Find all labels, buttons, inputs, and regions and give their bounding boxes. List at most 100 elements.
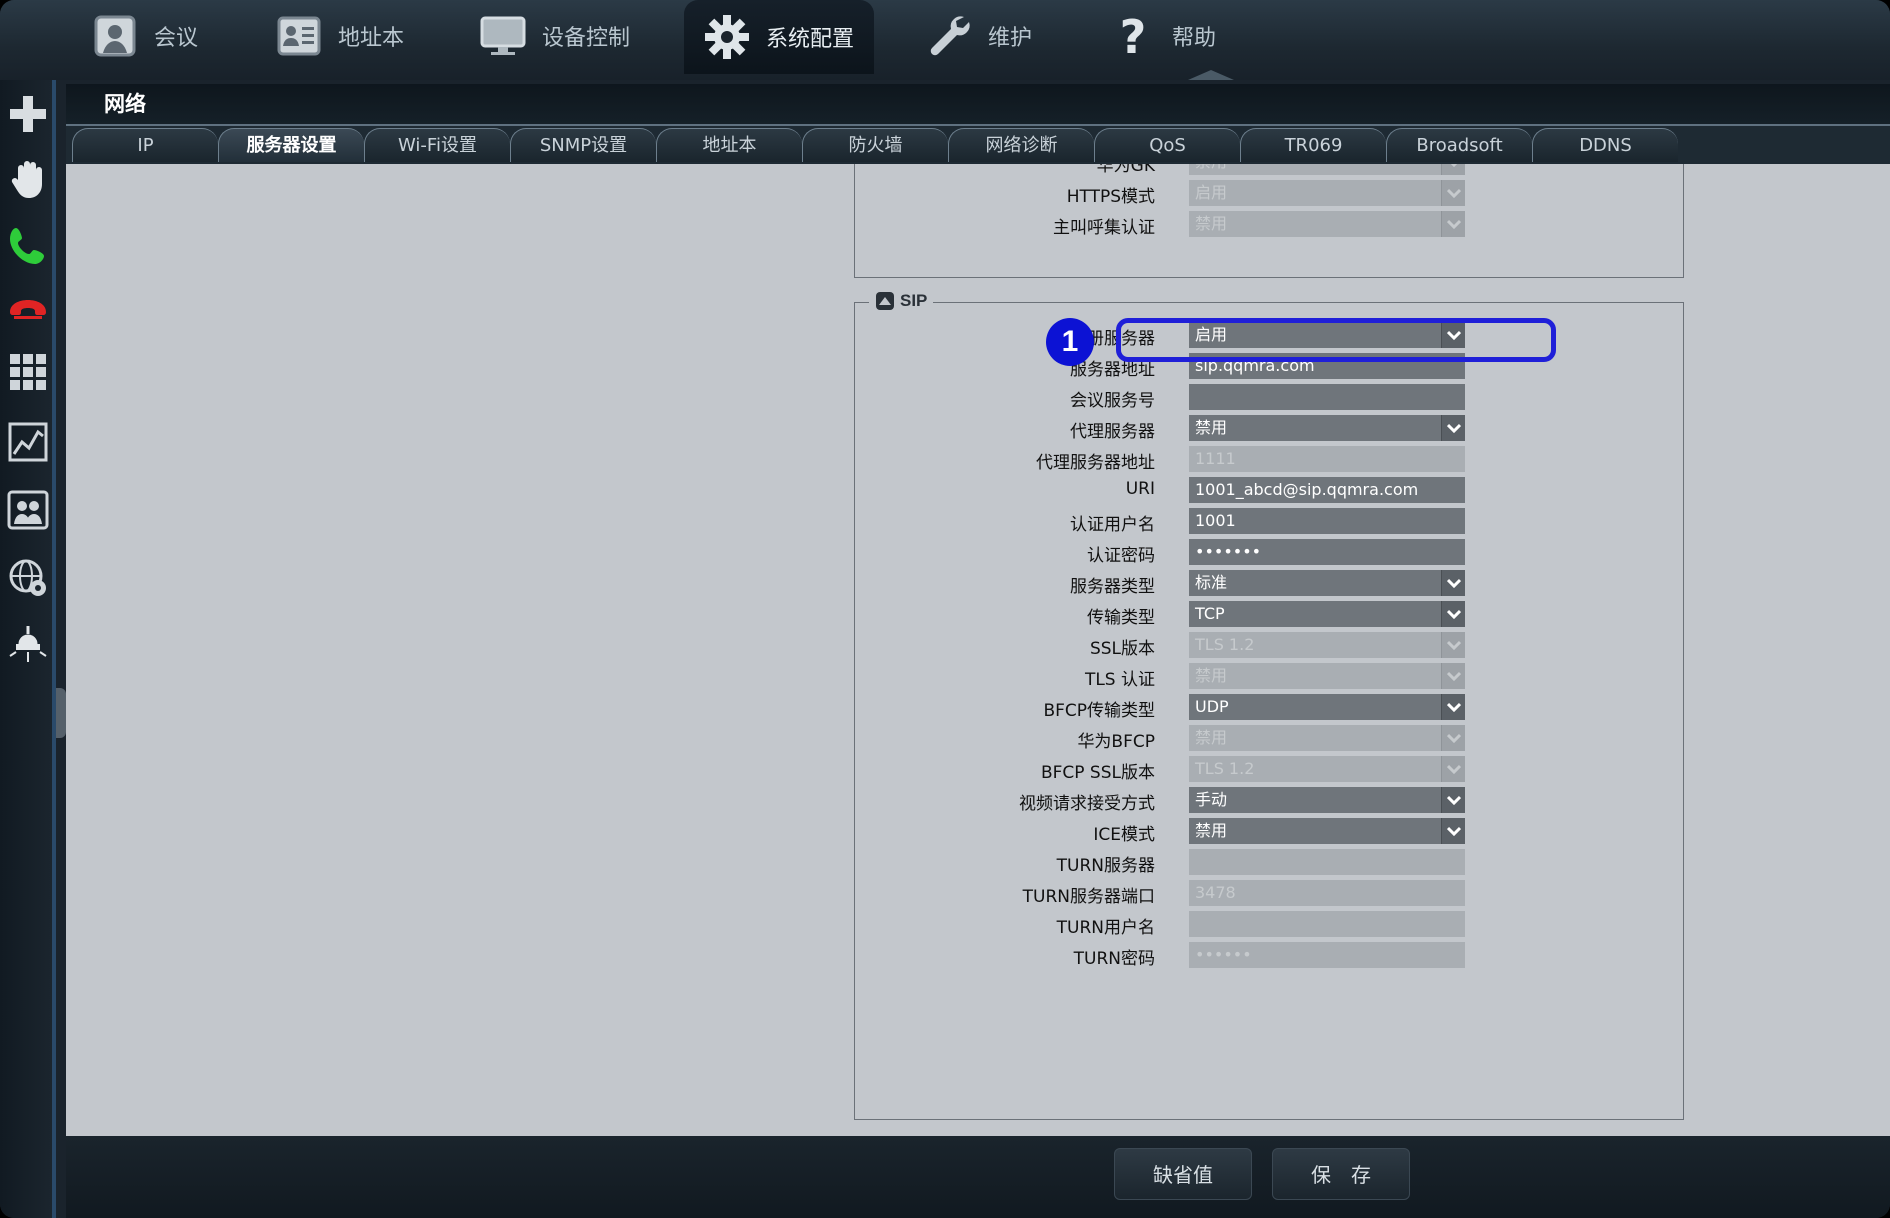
default-button[interactable]: 缺省值 (1114, 1148, 1252, 1200)
scroll-up-caret-icon[interactable] (1188, 70, 1234, 80)
sip-settings-group: SIP 注册服务器 启用 服务器地址 sip.qqmra.com 会议服务号 代理服务器禁… (854, 291, 1684, 1120)
globe-settings-icon[interactable] (4, 554, 52, 602)
field-label: BFCP SSL版本 (1040, 763, 1155, 783)
field-label: URI (1125, 479, 1155, 499)
field-value: 禁用 (1195, 214, 1228, 233)
field-value: 1001_abcd@sip.qqmra.com (1195, 480, 1419, 499)
nav-help[interactable]: ? 帮助 (1106, 0, 1216, 72)
conference-icon (88, 9, 142, 63)
tab-firewall[interactable]: 防火墙 (802, 128, 948, 162)
text-field: 3478 (1189, 880, 1465, 906)
tab-network-diagnostics[interactable]: 网络诊断 (948, 128, 1094, 162)
nav-device-control[interactable]: 设备控制 (476, 0, 630, 72)
tab-snmp-settings[interactable]: SNMP设置 (510, 128, 656, 162)
tab-ip[interactable]: IP (72, 128, 218, 162)
field-value: 1001 (1195, 511, 1236, 530)
sidebar-collapse-handle[interactable] (56, 688, 66, 738)
field-label: 注册服务器 (1070, 329, 1155, 349)
select-field[interactable]: 手动 (1189, 787, 1465, 813)
field-label: BFCP传输类型 (1043, 701, 1155, 721)
call-icon[interactable] (4, 222, 52, 270)
field-value: 禁用 (1195, 666, 1228, 685)
chevron-down-icon[interactable] (1441, 415, 1465, 441)
field-value: UDP (1195, 697, 1229, 716)
field-value: 3478 (1195, 883, 1236, 902)
field-label: 代理服务器 (1070, 422, 1155, 442)
select-field: TLS 1.2 (1189, 632, 1465, 658)
contacts-icon[interactable] (4, 486, 52, 534)
field-label: TURN密码 (1073, 949, 1155, 969)
footer-bar (66, 1136, 1890, 1218)
lamp-icon[interactable] (4, 620, 52, 668)
select-field: 禁用 (1189, 725, 1465, 751)
tab-server-settings[interactable]: 服务器设置 (218, 128, 364, 162)
field-value: 禁用 (1195, 821, 1228, 840)
text-field (1189, 911, 1465, 937)
grid-icon[interactable] (4, 348, 52, 396)
field-value: 禁用 (1195, 164, 1227, 171)
field-label: HTTPS模式 (1066, 187, 1155, 207)
sip-legend-label: SIP (900, 291, 928, 310)
select-field[interactable]: 禁用 (1189, 818, 1465, 844)
text-field: •••••• (1189, 942, 1465, 968)
select-field: 禁用 (1189, 663, 1465, 689)
text-field[interactable]: 1001_abcd@sip.qqmra.com (1189, 477, 1465, 503)
annotation-badge: 1 (1046, 318, 1094, 366)
chevron-down-icon[interactable] (1441, 694, 1465, 720)
tab-bar: IP 服务器设置 Wi-Fi设置 SNMP设置 地址本 防火墙 网络诊断 QoS… (66, 124, 1890, 164)
text-field[interactable]: 1001 (1189, 508, 1465, 534)
chevron-down-icon (1441, 756, 1465, 782)
select-field[interactable]: TCP (1189, 601, 1465, 627)
text-field[interactable] (1189, 384, 1465, 410)
field-value: 启用 (1195, 183, 1228, 202)
select-field[interactable]: 标准 (1189, 570, 1465, 596)
field-label: TLS 认证 (1084, 670, 1155, 690)
field-value: 禁用 (1195, 728, 1228, 747)
nav-address-book[interactable]: 地址本 (272, 0, 404, 72)
nav-maintenance-label: 维护 (988, 26, 1033, 51)
tab-qos[interactable]: QoS (1094, 128, 1240, 162)
plus-icon[interactable] (4, 90, 52, 138)
chevron-down-icon (1441, 180, 1465, 206)
chevron-down-icon[interactable] (1441, 570, 1465, 596)
monitor-icon (476, 9, 530, 63)
chevron-down-icon[interactable] (1441, 601, 1465, 627)
nav-help-label: 帮助 (1172, 26, 1217, 51)
field-value: 1111 (1195, 449, 1236, 468)
tab-ddns[interactable]: DDNS (1532, 128, 1678, 162)
svg-text:?: ? (1120, 11, 1147, 61)
save-button[interactable]: 保 存 (1272, 1148, 1410, 1200)
chevron-down-icon (1441, 211, 1465, 237)
field-label: 视频请求接受方式 (1019, 794, 1155, 814)
field-label: 服务器地址 (1070, 360, 1155, 380)
app-window: 会议 地址本 设备控制 系统配置 维护 ? 帮助 网络 IP 服务器设置 Wi-… (0, 0, 1890, 1218)
collapse-icon[interactable] (875, 291, 895, 311)
field-label: 华为GK (1096, 164, 1155, 176)
hangup-icon[interactable] (4, 284, 52, 332)
nav-conference[interactable]: 会议 (88, 0, 198, 72)
chevron-down-icon[interactable] (1441, 787, 1465, 813)
select-field[interactable]: UDP (1189, 694, 1465, 720)
hand-icon[interactable] (4, 154, 52, 202)
select-field: 启用 (1189, 180, 1465, 206)
chevron-down-icon[interactable] (1441, 818, 1465, 844)
field-label: 传输类型 (1087, 608, 1155, 628)
field-label: 主叫呼集认证 (1053, 218, 1155, 238)
field-value: TLS 1.2 (1195, 635, 1255, 654)
select-field: TLS 1.2 (1189, 756, 1465, 782)
select-field[interactable]: 禁用 (1189, 415, 1465, 441)
tab-tr069[interactable]: TR069 (1240, 128, 1386, 162)
tab-broadsoft[interactable]: Broadsoft (1386, 128, 1532, 162)
nav-maintenance[interactable]: 维护 (922, 0, 1032, 72)
chart-icon[interactable] (4, 418, 52, 466)
field-label: ICE模式 (1093, 825, 1155, 845)
wrench-icon (922, 9, 976, 63)
text-field[interactable]: ••••••• (1189, 539, 1465, 565)
section-title: 网络 (66, 84, 1890, 124)
field-value: 手动 (1195, 790, 1228, 809)
chevron-down-icon (1441, 632, 1465, 658)
field-label: TURN用户名 (1056, 918, 1155, 938)
tab-address-book[interactable]: 地址本 (656, 128, 802, 162)
tab-wifi-settings[interactable]: Wi-Fi设置 (364, 128, 510, 162)
nav-system-config[interactable]: 系统配置 (684, 0, 874, 74)
